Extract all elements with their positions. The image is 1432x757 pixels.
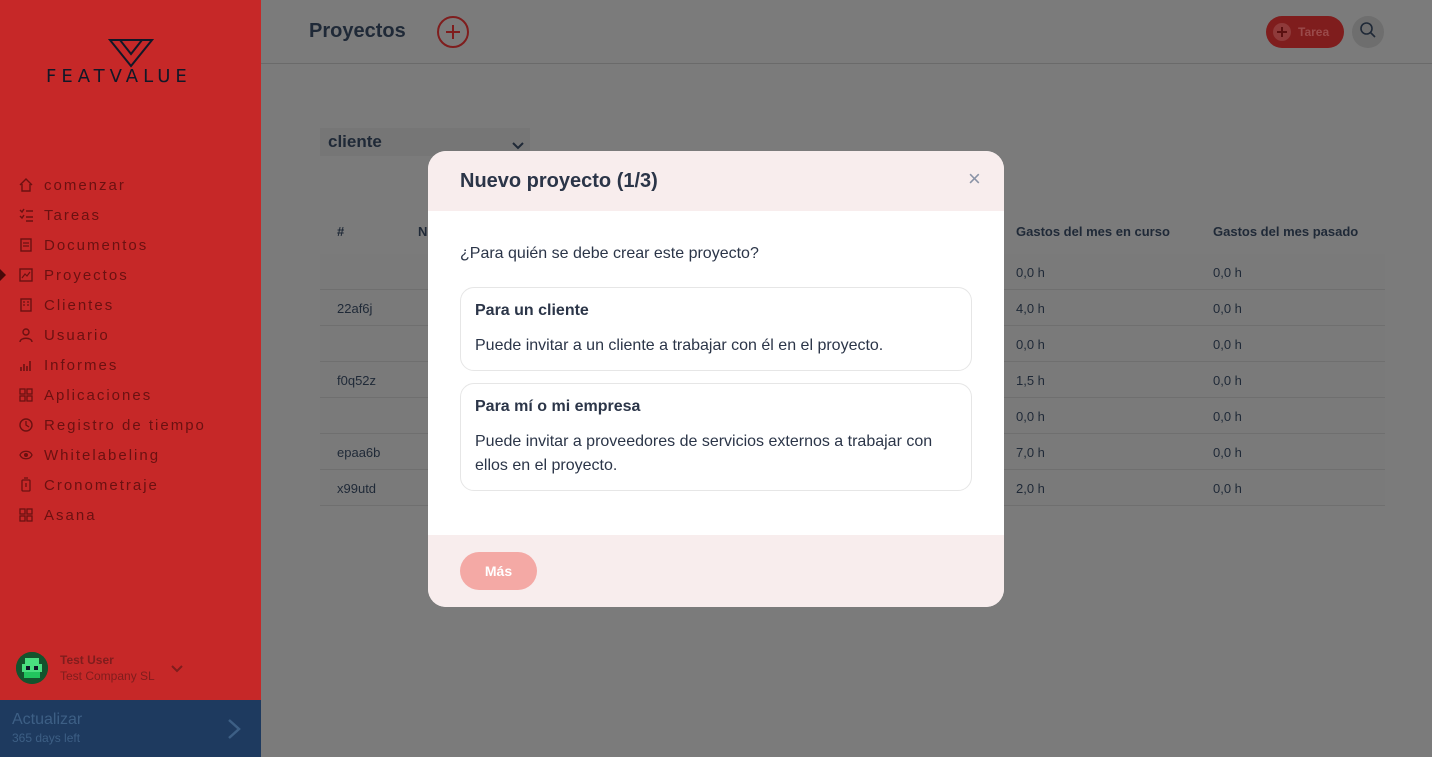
column-header-current-month[interactable]: Gastos del mes en curso [1016, 224, 1170, 239]
option-for-me-or-company[interactable]: Para mí o mi empresa Puede invitar a pro… [460, 383, 972, 491]
chevron-right-icon [227, 718, 241, 745]
option-for-client[interactable]: Para un cliente Puede invitar a un clien… [460, 287, 972, 371]
row-id: 22af6j [337, 301, 373, 316]
documents-icon [17, 236, 35, 254]
row-current-month: 7,0 h [1016, 445, 1045, 460]
column-header-last-month[interactable]: Gastos del mes pasado [1213, 224, 1358, 239]
sidebar: FEATVALUE comenzar Tareas Documentos Pro… [0, 0, 261, 757]
option-title: Para un cliente [475, 302, 589, 319]
sidebar-item-label: Asana [44, 506, 97, 524]
sidebar-item-tareas[interactable]: Tareas [0, 200, 261, 230]
search-button[interactable] [1352, 16, 1384, 48]
modal-question: ¿Para quién se debe crear este proyecto? [460, 245, 759, 262]
sidebar-item-comenzar[interactable]: comenzar [0, 170, 261, 200]
row-last-month: 0,0 h [1213, 481, 1242, 496]
whitelabel-icon [17, 446, 35, 464]
client-filter-value: cliente [328, 132, 382, 151]
search-icon [1359, 21, 1377, 44]
asana-icon [17, 506, 35, 524]
row-id: epaa6b [337, 445, 381, 460]
add-task-button[interactable]: Tarea [1266, 16, 1344, 48]
modal-header: Nuevo proyecto (1/3) × [428, 151, 1004, 211]
plus-icon [1273, 23, 1291, 41]
sidebar-item-registro-de-tiempo[interactable]: Registro de tiempo [0, 410, 261, 440]
sidebar-item-cronometraje[interactable]: Cronometraje [0, 470, 261, 500]
option-description: Puede invitar a proveedores de servicios… [475, 433, 933, 474]
brand-logo-text: FEATVALUE [46, 66, 192, 87]
row-last-month: 0,0 h [1213, 409, 1242, 424]
option-description: Puede invitar a un cliente a trabajar co… [475, 337, 884, 354]
sidebar-item-asana[interactable]: Asana [0, 500, 261, 530]
modal-footer: Más [428, 535, 1004, 607]
sidebar-item-label: Proyectos [44, 266, 129, 284]
sidebar-item-label: Registro de tiempo [44, 416, 206, 434]
row-id: x99utd [337, 481, 377, 496]
row-current-month: 2,0 h [1016, 481, 1045, 496]
brand-logo[interactable]: FEATVALUE [40, 38, 220, 90]
upgrade-title: Actualizar [12, 711, 83, 728]
modal-title: Nuevo proyecto (1/3) [460, 170, 658, 192]
user-company: Test Company SL [60, 669, 155, 683]
column-header-id[interactable]: # [337, 224, 344, 239]
apps-icon [17, 386, 35, 404]
sidebar-item-label: Tareas [44, 206, 102, 224]
reports-icon [17, 356, 35, 374]
clients-icon [17, 296, 35, 314]
row-last-month: 0,0 h [1213, 445, 1242, 460]
user-menu[interactable]: Test User Test Company SL [16, 652, 183, 684]
sidebar-item-informes[interactable]: Informes [0, 350, 261, 380]
row-current-month: 1,5 h [1016, 373, 1045, 388]
sidebar-item-whitelabeling[interactable]: Whitelabeling [0, 440, 261, 470]
row-last-month: 0,0 h [1213, 337, 1242, 352]
logo-mark-icon [108, 39, 154, 68]
tasks-icon [17, 206, 35, 224]
row-id: f0q52z [337, 373, 377, 388]
sidebar-item-label: comenzar [44, 176, 126, 194]
next-button[interactable]: Más [460, 552, 537, 590]
sidebar-item-label: Informes [44, 356, 119, 374]
row-current-month: 0,0 h [1016, 337, 1045, 352]
upgrade-banner[interactable]: Actualizar 365 days left [0, 700, 261, 757]
sidebar-item-label: Usuario [44, 326, 110, 344]
user-icon [17, 326, 35, 344]
option-title: Para mí o mi empresa [475, 398, 641, 415]
add-task-label: Tarea [1298, 25, 1330, 39]
column-header-name[interactable]: N [418, 224, 427, 239]
sidebar-item-proyectos[interactable]: Proyectos [0, 260, 261, 290]
sidebar-item-aplicaciones[interactable]: Aplicaciones [0, 380, 261, 410]
row-last-month: 0,0 h [1213, 301, 1242, 316]
close-icon[interactable]: × [968, 168, 981, 190]
sidebar-item-clientes[interactable]: Clientes [0, 290, 261, 320]
row-last-month: 0,0 h [1213, 265, 1242, 280]
row-current-month: 4,0 h [1016, 301, 1045, 316]
top-bar: Proyectos Tarea [261, 0, 1432, 64]
avatar [16, 652, 48, 684]
new-project-modal: Nuevo proyecto (1/3) × ¿Para quién se de… [428, 151, 1004, 607]
row-current-month: 0,0 h [1016, 409, 1045, 424]
sidebar-item-label: Aplicaciones [44, 386, 153, 404]
row-last-month: 0,0 h [1213, 373, 1242, 388]
sidebar-nav: comenzar Tareas Documentos Proyectos Cli… [0, 170, 261, 530]
sidebar-item-documentos[interactable]: Documentos [0, 230, 261, 260]
home-icon [17, 176, 35, 194]
chevron-down-icon[interactable] [171, 660, 183, 678]
sidebar-item-label: Clientes [44, 296, 115, 314]
time-log-icon [17, 416, 35, 434]
upgrade-days-left: 365 days left [12, 731, 81, 745]
row-current-month: 0,0 h [1016, 265, 1045, 280]
sidebar-item-label: Whitelabeling [44, 446, 161, 464]
page-title: Proyectos [309, 20, 406, 42]
add-project-button[interactable] [437, 16, 469, 48]
user-name: Test User [60, 653, 114, 667]
sidebar-item-label: Documentos [44, 236, 149, 254]
sidebar-item-usuario[interactable]: Usuario [0, 320, 261, 350]
stopwatch-icon [17, 476, 35, 494]
projects-icon [17, 266, 35, 284]
sidebar-item-label: Cronometraje [44, 476, 159, 494]
